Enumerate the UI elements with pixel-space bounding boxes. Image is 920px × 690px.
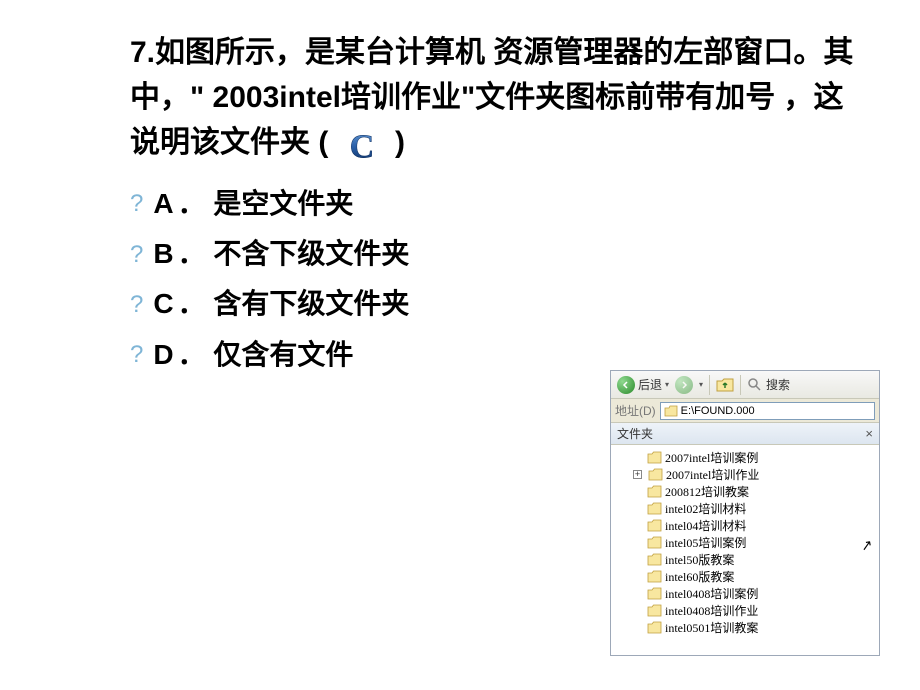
search-button[interactable]: 搜索 [747, 376, 790, 393]
folder-icon [664, 405, 678, 417]
folder-icon [647, 519, 662, 532]
folder-tree[interactable]: 2007intel培训案例+2007intel培训作业200812培训教案int… [611, 445, 879, 655]
bullet-icon: ? [130, 333, 143, 376]
tree-header-label: 文件夹 [617, 425, 653, 442]
option-b: ? B ． 不含下级文件夹 [130, 229, 860, 279]
address-text: E:\FOUND.000 [681, 405, 755, 417]
explorer-panel: 后退 ▾ ▾ 搜索 地址(D) [610, 370, 880, 656]
tree-item[interactable]: intel0501培训教案 [613, 619, 877, 636]
folder-icon [647, 485, 662, 498]
tree-item-label: 200812培训教案 [665, 483, 749, 500]
folder-icon [647, 587, 662, 600]
tree-item-label: 2007intel培训案例 [665, 449, 758, 466]
search-icon [747, 377, 763, 393]
tree-item[interactable]: +2007intel培训作业 [613, 466, 877, 483]
folder-icon [647, 553, 662, 566]
question-suffix: ) [395, 126, 405, 159]
question-prefix: 7.如图所示，是某台计算机 资源管理器的左部窗口。其中，" 2003intel培… [130, 36, 853, 159]
folder-icon [647, 604, 662, 617]
tree-item-label: intel60版教案 [665, 568, 734, 585]
forward-button[interactable] [675, 376, 693, 394]
tree-item-label: 2007intel培训作业 [666, 466, 759, 483]
tree-item[interactable]: intel02培训材料 [613, 500, 877, 517]
slide: 7.如图所示，是某台计算机 资源管理器的左部窗口。其中，" 2003intel培… [0, 0, 920, 690]
folder-up-button[interactable] [716, 377, 734, 393]
tree-item-label: intel0501培训教案 [665, 619, 758, 636]
tree-item-label: intel0408培训作业 [665, 602, 758, 619]
address-label: 地址(D) [615, 402, 656, 419]
tree-item[interactable]: intel50版教案 [613, 551, 877, 568]
tree-item[interactable]: intel0408培训案例 [613, 585, 877, 602]
address-field[interactable]: E:\FOUND.000 [660, 402, 875, 420]
folder-icon [647, 621, 662, 634]
folder-icon [647, 451, 662, 464]
options-list: ? A ． 是空文件夹 ? B ． 不含下级文件夹 ? C ． 含有下级文件夹 … [130, 179, 860, 381]
back-button[interactable]: 后退 ▾ [617, 376, 669, 394]
tree-item-label: intel05培训案例 [665, 534, 746, 551]
folder-icon [647, 502, 662, 515]
tree-item-label: intel50版教案 [665, 551, 734, 568]
tree-item[interactable]: 200812培训教案 [613, 483, 877, 500]
dropdown-icon: ▾ [699, 380, 703, 389]
tree-item-label: intel02培训材料 [665, 500, 746, 517]
close-icon[interactable]: × [865, 426, 873, 441]
dropdown-icon: ▾ [665, 380, 669, 389]
bullet-icon: ? [130, 233, 143, 276]
tree-item[interactable]: intel60版教案 [613, 568, 877, 585]
tree-item[interactable]: 2007intel培训案例 [613, 449, 877, 466]
bullet-icon: ? [130, 182, 143, 225]
separator [709, 375, 710, 395]
bullet-icon: ? [130, 283, 143, 326]
back-icon [617, 376, 635, 394]
option-a: ? A ． 是空文件夹 [130, 179, 860, 229]
expander-plus-icon[interactable]: + [633, 470, 642, 479]
address-bar: 地址(D) E:\FOUND.000 [611, 399, 879, 423]
separator [740, 375, 741, 395]
folder-icon [648, 468, 663, 481]
option-c: ? C ． 含有下级文件夹 [130, 279, 860, 329]
folder-icon [647, 570, 662, 583]
explorer-toolbar: 后退 ▾ ▾ 搜索 [611, 371, 879, 399]
answer-letter: C [343, 122, 381, 167]
svg-text:C: C [349, 128, 374, 165]
tree-item[interactable]: intel0408培训作业 [613, 602, 877, 619]
tree-item-label: intel04培训材料 [665, 517, 746, 534]
tree-item[interactable]: intel05培训案例 [613, 534, 877, 551]
tree-item[interactable]: intel04培训材料 [613, 517, 877, 534]
question-text: 7.如图所示，是某台计算机 资源管理器的左部窗口。其中，" 2003intel培… [130, 30, 860, 167]
tree-header: 文件夹 × [611, 423, 879, 445]
folder-icon [647, 536, 662, 549]
tree-item-label: intel0408培训案例 [665, 585, 758, 602]
